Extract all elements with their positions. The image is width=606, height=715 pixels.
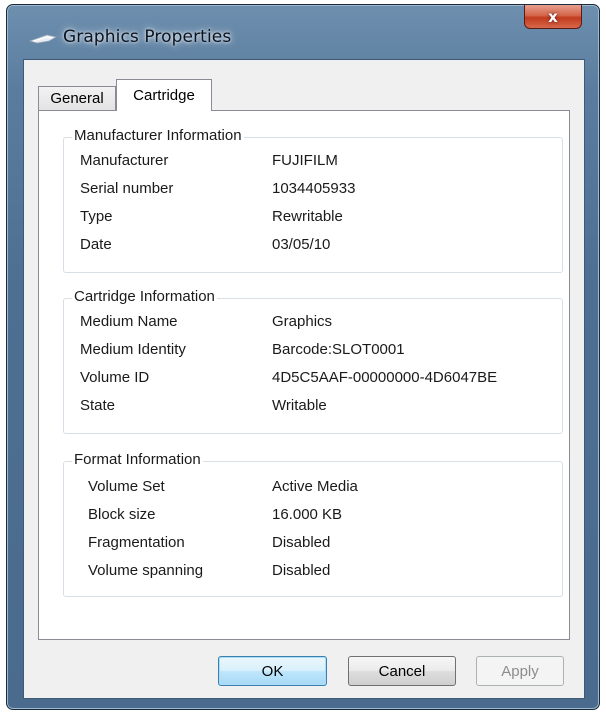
- field-label: Type: [80, 208, 113, 225]
- field-value: Writable: [272, 397, 327, 414]
- cartridge-tab-panel: Manufacturer Information Manufacturer FU…: [38, 110, 570, 640]
- cancel-button[interactable]: Cancel: [348, 656, 456, 686]
- field-label: Fragmentation: [88, 534, 185, 551]
- field-label: Volume Set: [88, 478, 165, 495]
- close-button[interactable]: x: [524, 5, 582, 29]
- field-value: Barcode:SLOT0001: [272, 341, 405, 358]
- field-label: Date: [80, 236, 112, 253]
- group-title: Format Information: [72, 451, 203, 468]
- info-row: Medium Identity Barcode:SLOT0001: [64, 341, 562, 363]
- info-row: Date 03/05/10: [64, 236, 562, 258]
- dialog-client-area: General Cartridge Manufacturer Informati…: [23, 59, 585, 699]
- info-row: Volume ID 4D5C5AAF-00000000-4D6047BE: [64, 369, 562, 391]
- field-label: Block size: [88, 506, 156, 523]
- field-label: Volume spanning: [88, 562, 204, 579]
- tab-cartridge[interactable]: Cartridge: [116, 79, 212, 111]
- field-label: Serial number: [80, 180, 174, 197]
- field-label: Manufacturer: [80, 152, 169, 169]
- info-row: Fragmentation Disabled: [64, 534, 562, 556]
- info-row: Block size 16.000 KB: [64, 506, 562, 528]
- field-label: State: [80, 397, 116, 414]
- field-label: Medium Name: [80, 313, 178, 330]
- field-value: Rewritable: [272, 208, 343, 225]
- field-value: 03/05/10: [272, 236, 331, 253]
- field-label: Medium Identity: [80, 341, 186, 358]
- info-row: Type Rewritable: [64, 208, 562, 230]
- group-title: Manufacturer Information: [72, 127, 244, 144]
- info-row: Volume Set Active Media: [64, 478, 562, 500]
- cartridge-information-group: Cartridge Information Medium Name Graphi…: [63, 288, 563, 434]
- field-value: Active Media: [272, 478, 358, 495]
- field-value: 1034405933: [272, 180, 356, 197]
- field-value: Disabled: [272, 562, 331, 579]
- field-value: Graphics: [272, 313, 333, 330]
- info-row: Manufacturer FUJIFILM: [64, 152, 562, 174]
- graphics-icon: [29, 34, 57, 44]
- field-value: 16.000 KB: [272, 506, 343, 523]
- field-value: FUJIFILM: [272, 152, 338, 169]
- tab-cartridge-label: Cartridge: [133, 87, 195, 104]
- window-title: Graphics Properties: [63, 27, 232, 47]
- apply-button-label: Apply: [501, 662, 539, 680]
- field-value: 4D5C5AAF-00000000-4D6047BE: [272, 369, 498, 386]
- ok-button-label: OK: [261, 662, 284, 680]
- properties-window: Graphics Properties x General Cartridge …: [6, 4, 600, 710]
- ok-button[interactable]: OK: [218, 656, 327, 686]
- field-label: Volume ID: [80, 369, 150, 386]
- info-row: Medium Name Graphics: [64, 313, 562, 335]
- info-row: Volume spanning Disabled: [64, 562, 562, 584]
- cancel-button-label: Cancel: [378, 662, 426, 680]
- manufacturer-information-group: Manufacturer Information Manufacturer FU…: [63, 127, 563, 273]
- group-title: Cartridge Information: [72, 288, 217, 305]
- apply-button[interactable]: Apply: [476, 656, 564, 686]
- close-icon: x: [548, 7, 558, 26]
- title-bar[interactable]: Graphics Properties x: [7, 5, 599, 67]
- field-value: Disabled: [272, 534, 331, 551]
- info-row: Serial number 1034405933: [64, 180, 562, 202]
- info-row: State Writable: [64, 397, 562, 419]
- format-information-group: Format Information Volume Set Active Med…: [63, 451, 563, 597]
- tab-general-label: General: [50, 90, 104, 107]
- tab-general[interactable]: General: [38, 86, 116, 110]
